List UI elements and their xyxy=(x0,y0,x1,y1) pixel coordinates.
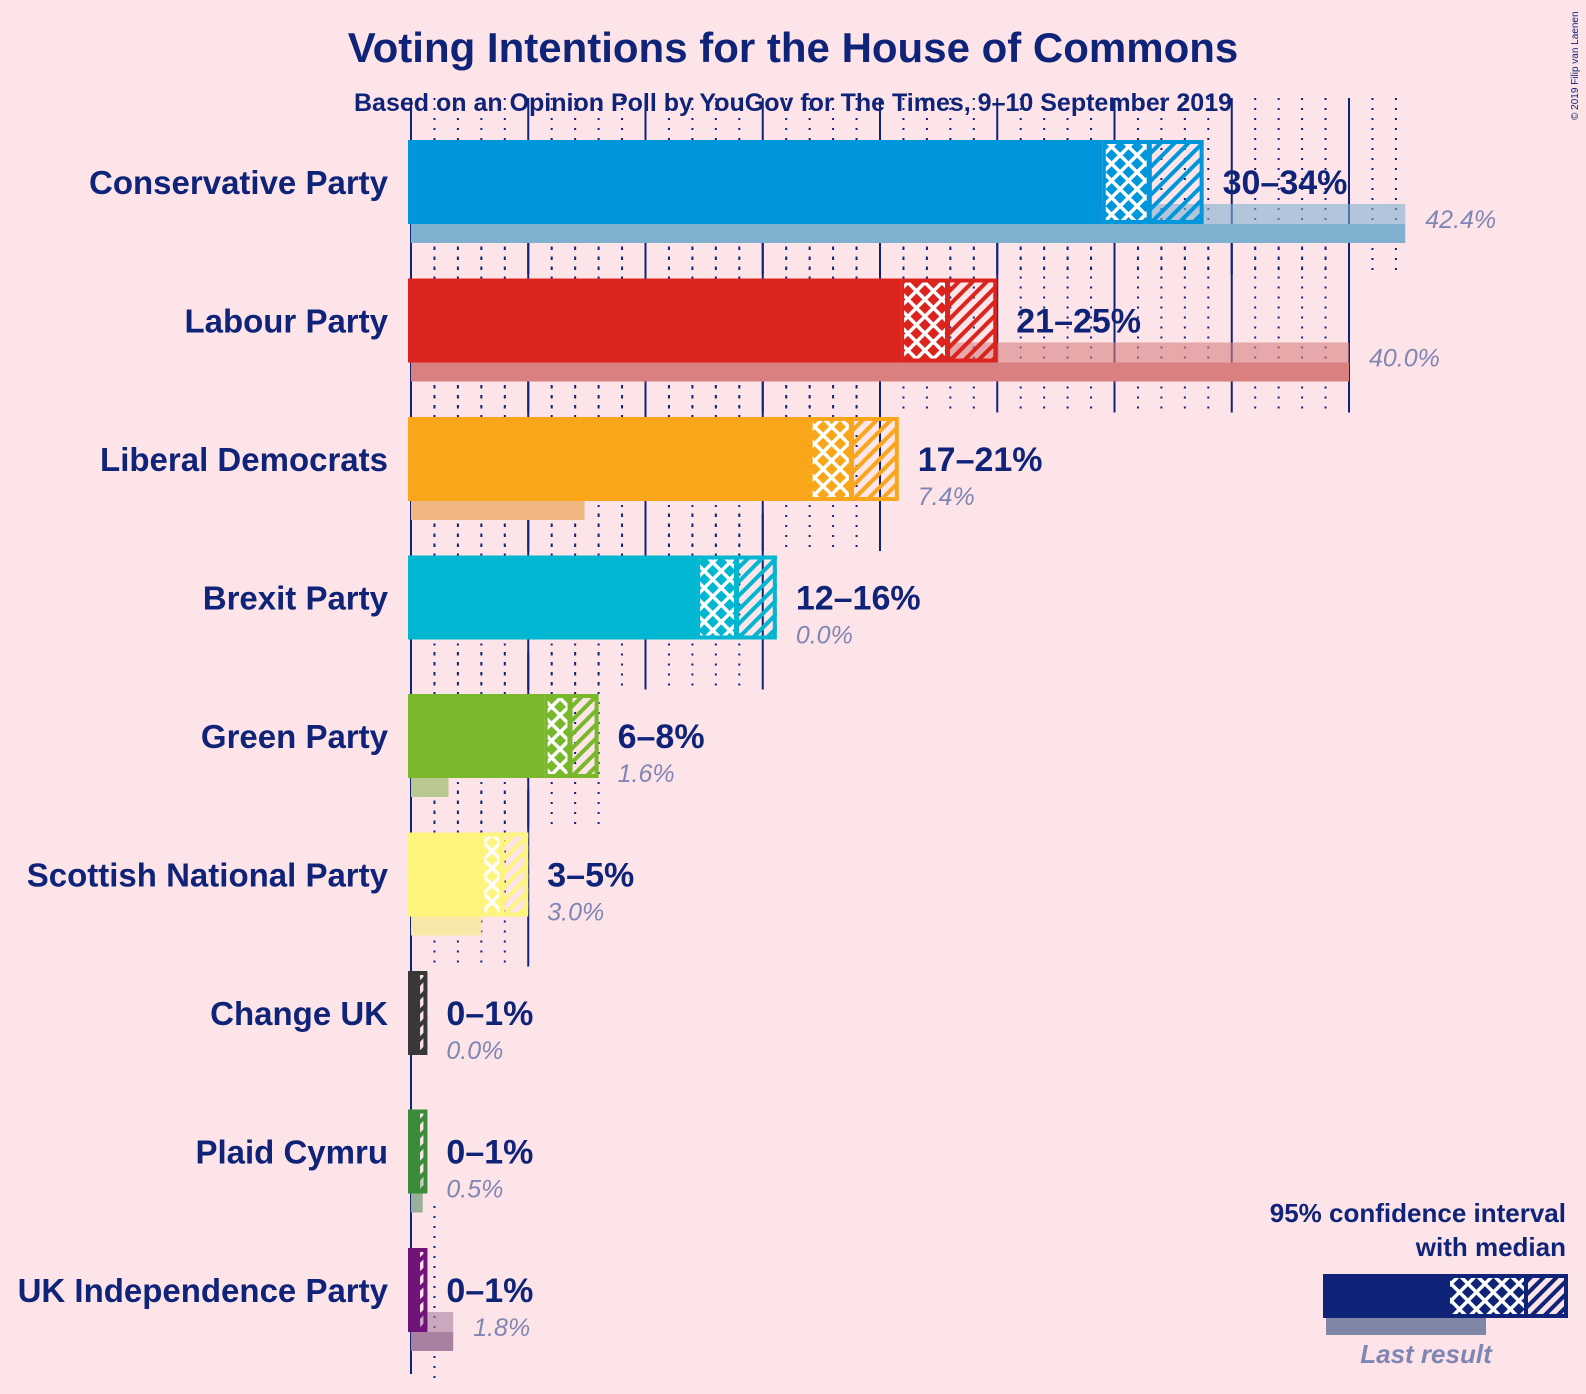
ci-solid-bar xyxy=(408,832,482,917)
party-label: UK Independence Party xyxy=(18,1272,389,1309)
ci-solid-bar xyxy=(408,140,1103,224)
ci-range-label: 17–21% xyxy=(918,441,1043,479)
ci-crosshatch-pattern xyxy=(484,836,500,913)
last-result-bar xyxy=(411,224,1406,243)
ci-solid-bar xyxy=(408,694,545,778)
ci-diagonal-region xyxy=(734,555,777,640)
legend-last-result-bar xyxy=(1326,1318,1486,1335)
legend-solid-bar xyxy=(1323,1274,1446,1318)
rows: Conservative Party 30–34% 42.4% Labour Part… xyxy=(18,140,1496,1351)
last-result-bar xyxy=(411,1332,454,1351)
last-result-label: 0.0% xyxy=(446,1037,503,1065)
legend-crosshatch-pattern xyxy=(1450,1278,1524,1314)
last-result-label: 42.4% xyxy=(1425,206,1496,234)
ci-crosshatch-pattern xyxy=(547,698,568,774)
last-result-bar xyxy=(411,1193,423,1213)
last-result-label: 1.8% xyxy=(473,1314,530,1342)
ci-range-label: 3–5% xyxy=(547,857,634,895)
party-label: Scottish National Party xyxy=(27,857,389,894)
last-result-bar xyxy=(411,916,482,936)
ci-range-label: 12–16% xyxy=(796,580,921,618)
party-label: Conservative Party xyxy=(89,164,389,201)
last-result-bar xyxy=(411,778,449,797)
copyright: © 2019 Filip van Laenen xyxy=(1570,11,1581,120)
last-result-label: 7.4% xyxy=(918,483,975,511)
legend: 95% confidence interval with median Last… xyxy=(1270,1198,1568,1369)
last-result-label: 40.0% xyxy=(1369,345,1440,373)
last-result-label: 0.5% xyxy=(446,1176,503,1204)
ci-crosshatch-pattern xyxy=(700,559,734,636)
last-result-bar xyxy=(411,501,585,520)
ci-range-label: 0–1% xyxy=(446,1134,533,1172)
ci-solid-bar xyxy=(408,278,902,363)
party-label: Green Party xyxy=(201,718,389,755)
last-result-label: 1.6% xyxy=(618,760,675,788)
ci-solid-bar xyxy=(408,555,698,640)
legend-last-result-label: Last result xyxy=(1360,1339,1493,1369)
party-label: Change UK xyxy=(210,995,388,1032)
legend-title-line1: 95% confidence interval xyxy=(1270,1198,1566,1228)
ci-range-label: 30–34% xyxy=(1223,164,1348,202)
ci-range-label: 21–25% xyxy=(1016,303,1141,341)
last-result-label: 3.0% xyxy=(547,899,604,927)
party-label: Brexit Party xyxy=(203,580,389,617)
last-result-label: 0.0% xyxy=(796,622,853,650)
chart: Voting Intentions for the House of Commo… xyxy=(18,11,1581,1382)
last-result-bar xyxy=(411,362,1349,382)
party-label: Plaid Cymru xyxy=(195,1134,388,1171)
party-label: Liberal Democrats xyxy=(100,441,388,478)
ci-diagonal-region xyxy=(849,417,899,501)
ci-solid-bar xyxy=(408,417,810,501)
ci-range-label: 0–1% xyxy=(446,1272,533,1310)
party-label: Labour Party xyxy=(184,303,388,340)
chart-title: Voting Intentions for the House of Commo… xyxy=(348,24,1239,71)
ci-crosshatch-pattern xyxy=(812,421,849,497)
chart-subtitle: Based on an Opinion Poll by YouGov for T… xyxy=(354,89,1232,117)
ci-range-label: 6–8% xyxy=(618,718,705,756)
ci-crosshatch-pattern xyxy=(1105,144,1147,220)
legend-title-line2: with median xyxy=(1415,1232,1566,1262)
ci-crosshatch-pattern xyxy=(904,282,946,359)
ci-range-label: 0–1% xyxy=(446,995,533,1033)
legend-diagonal xyxy=(1524,1274,1568,1318)
